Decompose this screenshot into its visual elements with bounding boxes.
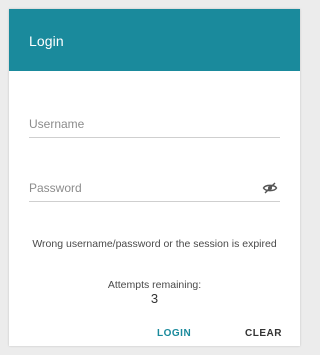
attempts-count: 3 [150, 291, 159, 306]
username-input[interactable] [29, 113, 254, 135]
clear-button[interactable]: CLEAR [245, 326, 282, 342]
eye-slash-icon[interactable] [262, 181, 278, 195]
login-header: Login [9, 9, 300, 71]
username-field [29, 113, 280, 138]
login-title: Login [29, 33, 64, 49]
login-card: Login Wrong username/password or the ses… [9, 9, 300, 346]
password-field [29, 177, 280, 202]
login-button[interactable]: LOGIN [157, 326, 191, 342]
password-input[interactable] [29, 177, 254, 199]
error-message: Wrong username/password or the session i… [32, 238, 277, 250]
